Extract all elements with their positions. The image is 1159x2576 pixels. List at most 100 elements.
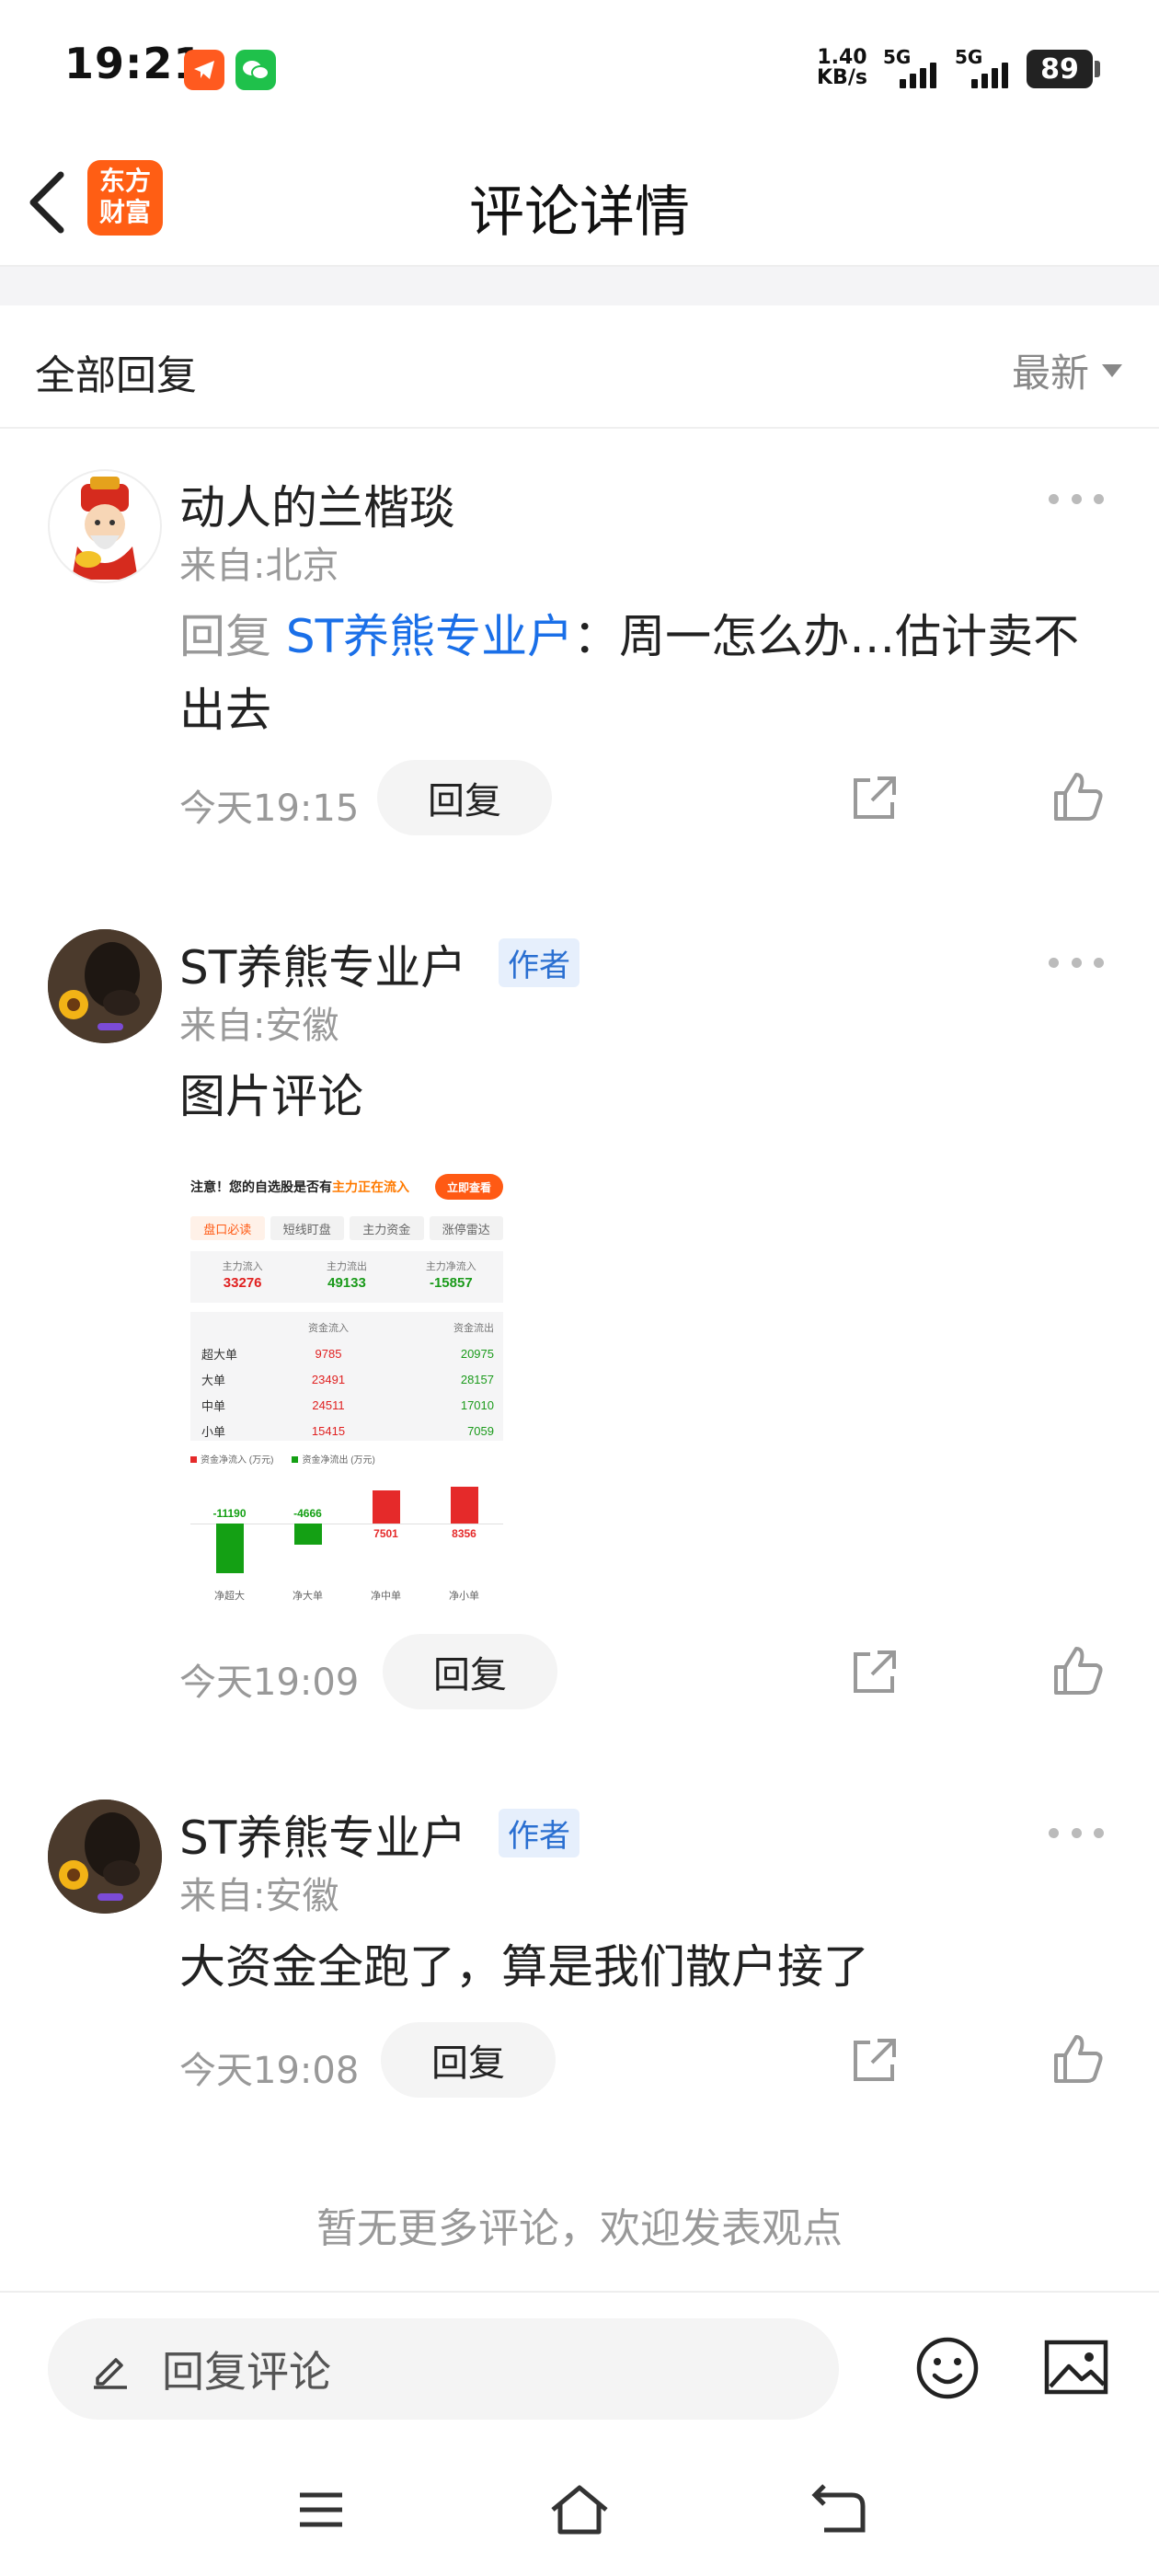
avatar[interactable] xyxy=(48,929,162,1043)
more-options-icon[interactable] xyxy=(1049,489,1104,508)
summary-label: 主力净流入 xyxy=(425,1261,476,1272)
username[interactable]: ST养熊专业户 xyxy=(179,1801,466,1868)
comment-text: 图片评论 xyxy=(179,1070,363,1123)
menu-icon xyxy=(300,2492,342,2527)
image-tab: 涨停雷达 xyxy=(429,1216,503,1240)
chart-category-label: 净超大 xyxy=(214,1591,245,1602)
more-options-icon[interactable] xyxy=(1049,953,1104,972)
summary-value: 33276 xyxy=(223,1275,262,1291)
table-row: 大单 23491 28157 xyxy=(190,1367,503,1391)
net-flow-chart: -11190 净超大 -4666 净大单 7501 净中单 8356 净小单 xyxy=(190,1472,503,1610)
pencil-icon xyxy=(94,2358,127,2389)
table-cell: 超大单 xyxy=(201,1347,238,1362)
timestamp: 今天19:09 xyxy=(179,1662,360,1704)
home-button[interactable] xyxy=(547,2484,612,2536)
image-upload-button[interactable] xyxy=(1043,2337,1109,2399)
section-spacer xyxy=(0,267,1159,305)
table-cell: 中单 xyxy=(201,1398,226,1413)
input-placeholder: 回复评论 xyxy=(162,2347,331,2397)
thumbs-up-icon[interactable] xyxy=(1050,2031,1106,2087)
chart-value-label: 7501 xyxy=(373,1527,398,1540)
system-navigation-bar xyxy=(0,2466,1159,2558)
table-header: 资金流出 xyxy=(453,1323,494,1334)
comment-item: ST养熊专业户 作者 来自:安徽 图片评论 今天19:09 回复 xyxy=(0,920,1159,1730)
image-banner-highlight: 主力正在流入 xyxy=(332,1179,409,1194)
avatar[interactable] xyxy=(48,469,162,583)
reply-prefix: 回复 xyxy=(179,610,271,663)
table-row: 超大单 9785 20975 xyxy=(190,1341,503,1365)
share-icon[interactable] xyxy=(846,1645,901,1700)
chart-bar xyxy=(293,1524,322,1545)
table-cell: 20975 xyxy=(460,1346,494,1361)
chart-category-label: 净中单 xyxy=(371,1591,401,1602)
reply-button[interactable]: 回复 xyxy=(383,1634,557,1709)
location-label: 来自:安徽 xyxy=(179,1875,339,1917)
god-of-wealth-avatar-icon xyxy=(72,477,138,580)
thumbs-up-icon[interactable] xyxy=(1050,1643,1106,1698)
image-tab: 短线盯盘 xyxy=(270,1216,344,1240)
location-label: 来自:安徽 xyxy=(179,1005,339,1047)
avatar[interactable] xyxy=(48,1800,162,1914)
dog-avatar-icon xyxy=(48,1800,162,1914)
divider xyxy=(0,427,1159,429)
reply-comment-input[interactable]: 回复评论 xyxy=(48,2318,839,2420)
sort-label: 最新 xyxy=(1011,351,1089,396)
username[interactable]: 动人的兰楷琰 xyxy=(179,471,455,537)
more-options-icon[interactable] xyxy=(1049,1823,1104,1842)
reply-button[interactable]: 回复 xyxy=(377,760,552,835)
table-row: 中单 24511 17010 xyxy=(190,1393,503,1417)
caret-down-icon xyxy=(1102,363,1122,377)
username[interactable]: ST养熊专业户 xyxy=(179,931,466,997)
sort-dropdown[interactable]: 最新 xyxy=(1012,342,1122,398)
timestamp: 今天19:15 xyxy=(179,788,360,830)
chart-bar xyxy=(215,1524,244,1573)
reply-target-link[interactable]: ST养熊专业户 xyxy=(286,610,573,663)
legend-item: 资金净流入 (万元) xyxy=(190,1452,273,1466)
table-cell: 大单 xyxy=(201,1373,226,1387)
network-speed: 1.40 KB/s xyxy=(817,48,867,88)
all-replies-label: 全部回复 xyxy=(35,352,197,399)
chart-category-label: 净小单 xyxy=(449,1591,479,1602)
battery-tip xyxy=(1095,61,1100,77)
comment-item: 动人的兰楷琰 来自:北京 回复 ST养熊专业户：周一怎么办…估计卖不出去 今天1… xyxy=(0,460,1159,865)
image-tab: 盘口必读 xyxy=(190,1216,265,1240)
network-speed-value: 1.40 xyxy=(817,46,867,69)
table-cell: 17010 xyxy=(460,1397,494,1412)
back-nav-button[interactable] xyxy=(806,2484,870,2536)
table-cell: 28157 xyxy=(460,1372,494,1386)
chart-legend: 资金净流入 (万元) 资金净流出 (万元) xyxy=(190,1452,375,1466)
image-tab: 主力资金 xyxy=(350,1216,424,1240)
timestamp: 今天19:08 xyxy=(179,2050,360,2092)
table-cell: 9785 xyxy=(315,1346,342,1361)
share-icon[interactable] xyxy=(846,771,901,826)
table-cell: 15415 xyxy=(311,1423,346,1438)
smiley-icon xyxy=(916,2337,979,2399)
signal-icon: 5G xyxy=(953,46,1027,92)
divider xyxy=(0,2291,1159,2293)
reply-button[interactable]: 回复 xyxy=(381,2022,556,2098)
fund-flow-table: 资金流入 资金流出 超大单 9785 20975 大单 23491 28157 … xyxy=(190,1312,503,1441)
summary-label: 主力流入 xyxy=(222,1261,263,1272)
emoji-button[interactable] xyxy=(914,2335,981,2401)
comment-text: 回复 ST养熊专业户：周一怎么办…估计卖不出去 xyxy=(179,600,1099,747)
home-icon xyxy=(551,2485,608,2535)
table-header-row: 资金流入 资金流出 xyxy=(190,1316,503,1340)
menu-button[interactable] xyxy=(289,2484,353,2536)
nav-bar: 东方 财富 评论详情 xyxy=(0,147,1159,267)
comment-image[interactable]: 注意！您的自选股是否有 主力正在流入 立即查看 盘口必读 短线盯盘 主力资金 涨停… xyxy=(179,1159,518,1614)
battery-icon: 89 xyxy=(1027,50,1093,88)
image-summary: 主力流入 33276 主力流出 49133 主力净流入 -15857 xyxy=(190,1251,503,1303)
summary-value: -15857 xyxy=(429,1275,473,1291)
table-cell: 7059 xyxy=(467,1423,494,1438)
share-icon[interactable] xyxy=(846,2033,901,2088)
telegram-app-icon xyxy=(184,50,224,90)
dog-avatar-icon xyxy=(48,929,162,1043)
status-time: 19:21 xyxy=(64,39,204,88)
chart-bar xyxy=(372,1489,400,1524)
table-row: 小单 15415 7059 xyxy=(190,1419,503,1443)
table-cell: 24511 xyxy=(312,1397,345,1412)
image-tabs: 盘口必读 短线盯盘 主力资金 涨停雷达 xyxy=(190,1216,503,1240)
comment-item: ST养熊专业户 作者 来自:安徽 大资金全跑了，算是我们散户接了 今天19:08… xyxy=(0,1790,1159,2140)
thumbs-up-icon[interactable] xyxy=(1050,769,1106,824)
summary-value: 49133 xyxy=(327,1275,366,1291)
